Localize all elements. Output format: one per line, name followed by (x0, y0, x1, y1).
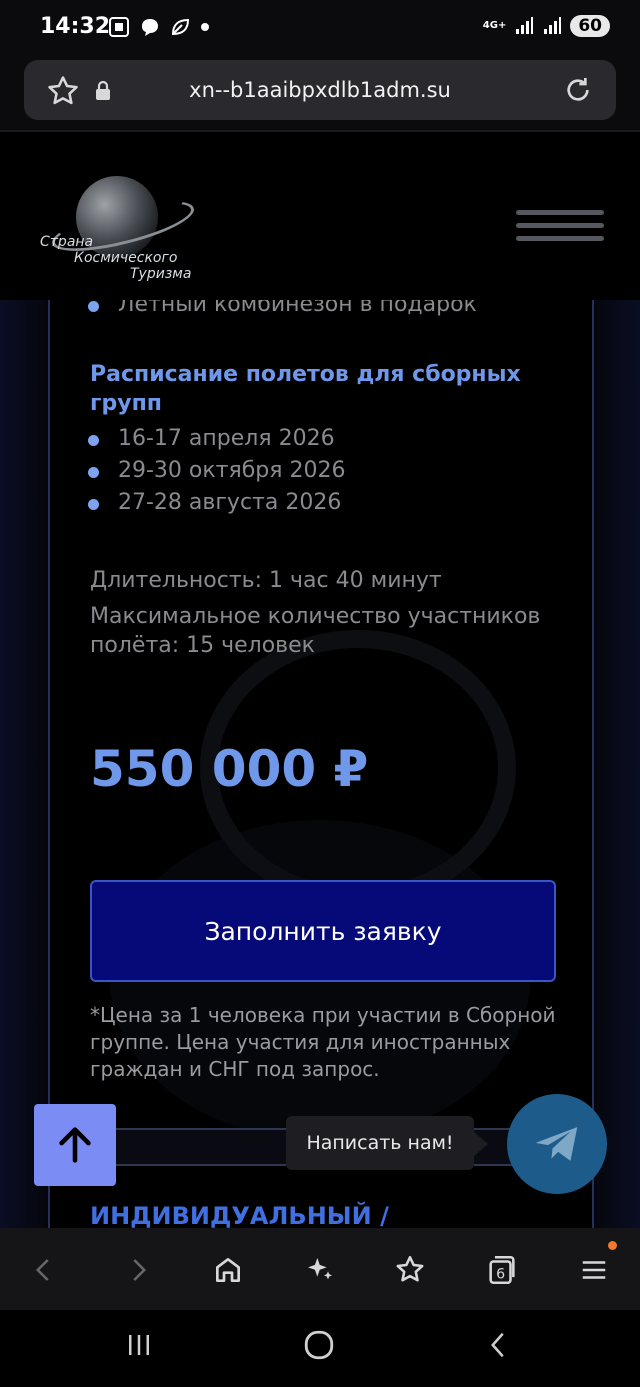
next-section-title: ИНДИВИДУАЛЬНЫЙ / (90, 1202, 389, 1228)
chat-icon (142, 19, 158, 36)
logo-line-1: Страна (40, 234, 94, 250)
home-circle-icon[interactable] (302, 1328, 336, 1362)
browser-toolbar: xn--b1aaibpxdlb1adm.su (0, 58, 640, 132)
list-item: Летный комбинезон в подарок (88, 300, 477, 317)
status-system: 4G+ 60 (483, 15, 610, 37)
duration-text: Длительность: 1 час 40 минут (90, 568, 442, 593)
signal-icon-2 (544, 17, 562, 34)
status-notifications (108, 16, 210, 38)
telegram-icon (535, 1127, 578, 1161)
reload-icon[interactable] (562, 74, 594, 106)
apply-button[interactable]: Заполнить заявку (90, 880, 556, 982)
ai-assistant-button[interactable] (298, 1248, 342, 1292)
menu-button[interactable] (572, 1248, 616, 1292)
price-note: *Цена за 1 человека при участии в Сборно… (90, 1003, 556, 1081)
chevron-left-icon (35, 1259, 49, 1281)
tabs-icon: 6 (489, 1255, 515, 1285)
signal-icon (516, 17, 534, 34)
tour-card: Летный комбинезон в подарок Расписание п… (48, 300, 594, 1228)
schedule-date: 27-28 августа 2026 (87, 490, 341, 515)
logo-line-2: Космического (74, 250, 178, 266)
logo-line-3: Туризма (130, 266, 192, 282)
page-content: Летный комбинезон в подарок Расписание п… (0, 300, 640, 1228)
notification-dot (608, 1241, 617, 1250)
schedule-title: Расписание полетов для сборных групп (90, 362, 521, 416)
network-type: 4G+ (482, 20, 507, 31)
arrow-up-icon (59, 1127, 91, 1163)
chevron-right-icon (133, 1259, 147, 1281)
back-button[interactable] (22, 1248, 66, 1292)
sparkle-icon (308, 1258, 332, 1280)
status-bar: 14:32 4G+ 60 (0, 0, 640, 58)
back-chevron-icon[interactable] (484, 1328, 514, 1362)
browser-bottom-bar: 6 (0, 1228, 640, 1310)
bookmarks-star-icon (396, 1255, 424, 1282)
leaf-icon (171, 18, 190, 36)
schedule-date: 29-30 октября 2026 (87, 458, 345, 483)
contact-tooltip[interactable]: Написать нам! (286, 1116, 474, 1170)
home-icon (216, 1258, 240, 1282)
site-logo[interactable]: Страна Космического Туризма (36, 162, 206, 282)
url-text[interactable]: xn--b1aaibpxdlb1adm.su (24, 78, 616, 102)
address-bar[interactable]: xn--b1aaibpxdlb1adm.su (24, 60, 616, 120)
side-decoration-right (592, 300, 640, 1228)
side-decoration-left (0, 300, 48, 1228)
hamburger-menu-icon[interactable] (516, 210, 604, 246)
schedule-date: 16-17 апреля 2026 (88, 426, 335, 451)
scroll-to-top-button[interactable] (34, 1104, 116, 1186)
tabs-button[interactable]: 6 (480, 1248, 524, 1292)
screenshot-icon (109, 17, 129, 37)
battery-badge: 60 (570, 15, 610, 37)
telegram-button[interactable] (507, 1094, 607, 1194)
home-button[interactable] (206, 1248, 250, 1292)
recent-apps-icon[interactable] (124, 1330, 154, 1360)
forward-button[interactable] (116, 1248, 160, 1292)
status-time: 14:32 (40, 14, 111, 39)
system-nav-bar (0, 1310, 640, 1387)
tabs-count: 6 (496, 1267, 505, 1283)
menu-icon (582, 1261, 606, 1279)
price: 550 000 ₽ (90, 740, 369, 798)
dot-icon (201, 23, 209, 31)
bookmarks-button[interactable] (388, 1248, 432, 1292)
participants-text: Максимальное количество участников полёт… (90, 604, 541, 658)
site-header: Страна Космического Туризма (0, 132, 640, 300)
tooltip-arrow (474, 1132, 488, 1156)
